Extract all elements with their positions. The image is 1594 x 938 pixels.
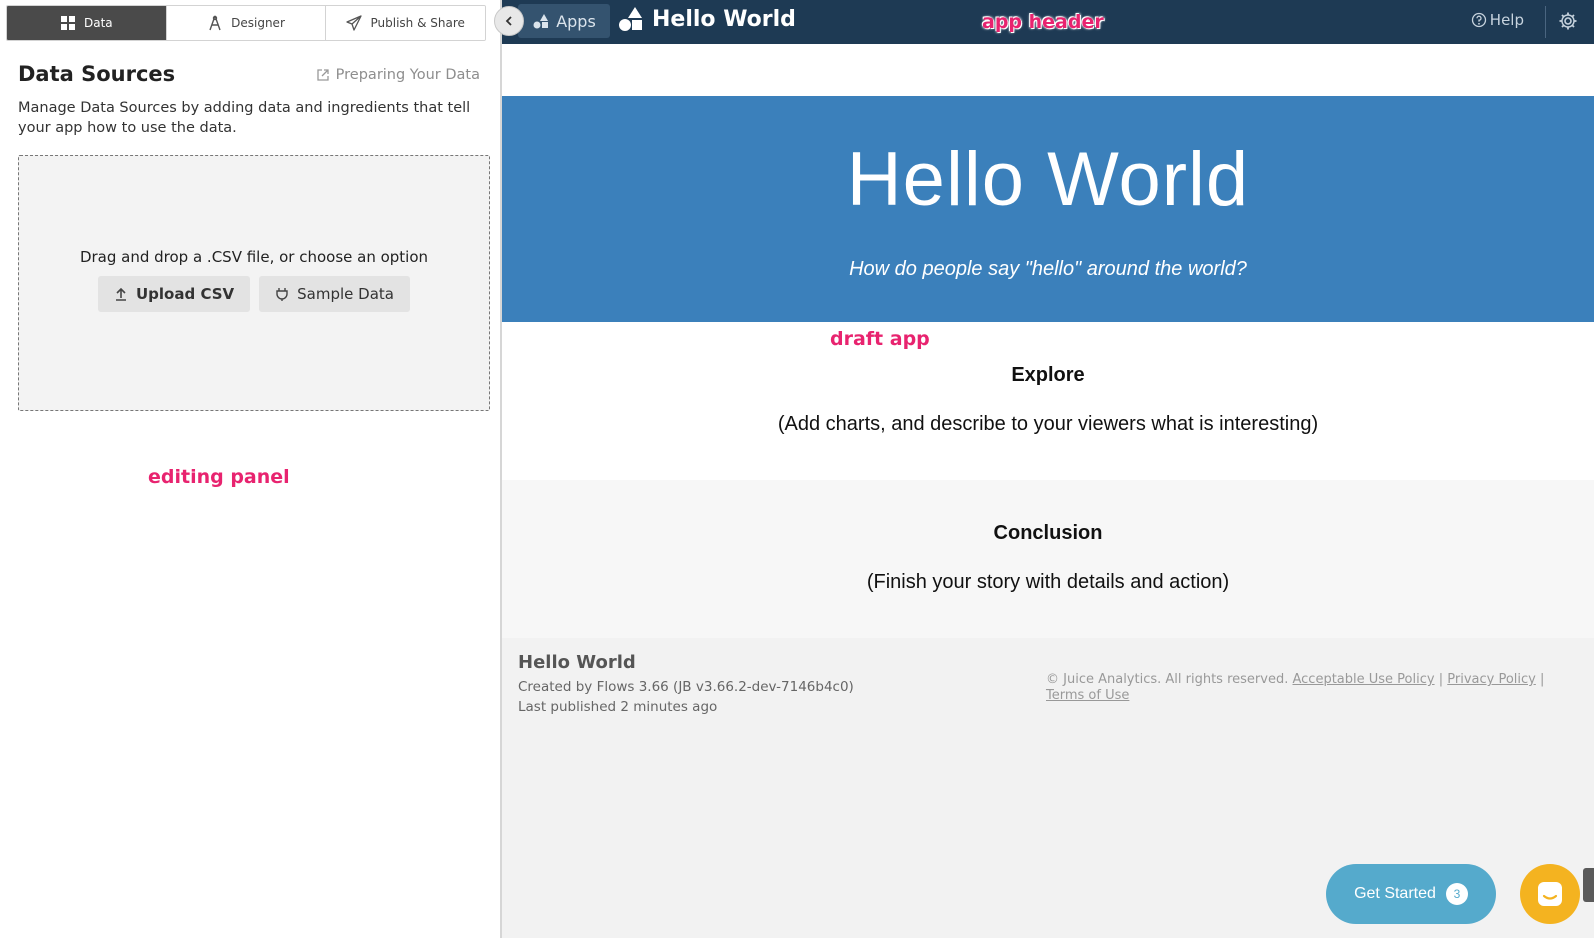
sample-data-label: Sample Data bbox=[297, 285, 394, 303]
conclusion-body: (Finish your story with details and acti… bbox=[866, 571, 1230, 593]
tab-data[interactable]: Data bbox=[7, 6, 167, 40]
tab-designer[interactable]: Designer bbox=[166, 6, 327, 40]
get-started-count-badge: 3 bbox=[1445, 883, 1468, 905]
apps-shapes-icon bbox=[533, 14, 549, 29]
apps-button-label: Apps bbox=[556, 11, 596, 31]
help-label: Help bbox=[1489, 11, 1524, 29]
gear-icon[interactable] bbox=[1558, 11, 1578, 31]
terms-of-use-link[interactable]: Terms of Use bbox=[1046, 688, 1129, 703]
legal-separator: | bbox=[1540, 672, 1545, 687]
privacy-policy-link[interactable]: Privacy Policy bbox=[1447, 672, 1536, 687]
editing-panel-annotation: editing panel bbox=[148, 466, 290, 488]
app-top-strip bbox=[502, 44, 1594, 96]
header-divider bbox=[1545, 6, 1546, 38]
upload-icon bbox=[116, 287, 126, 301]
sample-data-button[interactable]: Sample Data bbox=[259, 276, 410, 312]
upload-csv-label: Upload CSV bbox=[136, 285, 235, 303]
app-title-text: Hello World bbox=[652, 6, 796, 32]
get-started-button[interactable]: Get Started 3 bbox=[1326, 864, 1496, 924]
explore-section: draft app Explore (Add charts, and descr… bbox=[502, 322, 1594, 480]
app-logo-icon bbox=[619, 7, 642, 31]
app-title: Hello World bbox=[618, 6, 796, 32]
apps-button[interactable]: Apps bbox=[518, 4, 610, 38]
chevron-left-icon bbox=[505, 16, 512, 26]
chat-icon bbox=[1538, 882, 1562, 906]
tab-publish-share[interactable]: Publish & Share bbox=[326, 6, 485, 40]
conclusion-section: Conclusion (Finish your story with detai… bbox=[502, 480, 1594, 638]
compass-icon bbox=[209, 15, 221, 31]
explore-body: (Add charts, and describe to your viewer… bbox=[777, 413, 1319, 435]
panel-title: Data Sources bbox=[18, 62, 176, 86]
draft-app: Hello World How do people say "hello" ar… bbox=[502, 44, 1594, 938]
hero-banner: Hello World How do people say "hello" ar… bbox=[502, 96, 1594, 322]
grid-icon bbox=[61, 16, 75, 30]
upload-csv-button[interactable]: Upload CSV bbox=[98, 276, 251, 312]
dropzone-buttons: Upload CSV Sample Data bbox=[19, 276, 489, 312]
legal-separator: | bbox=[1438, 672, 1444, 687]
paper-plane-icon bbox=[346, 15, 363, 31]
footer-title: Hello World bbox=[518, 652, 636, 673]
csv-dropzone[interactable]: Drag and drop a .CSV file, or choose an … bbox=[18, 155, 490, 411]
collapse-panel-button[interactable] bbox=[494, 6, 524, 36]
hero-subtitle: How do people say "hello" around the wor… bbox=[849, 258, 1247, 280]
preparing-data-link[interactable]: Preparing Your Data bbox=[316, 67, 480, 83]
external-link-icon bbox=[317, 69, 329, 81]
panel-tabbar: Data Designer Publish & Share bbox=[6, 5, 486, 41]
help-icon bbox=[1471, 12, 1486, 28]
editing-panel: Data Designer Publish & Share Data Sourc… bbox=[0, 0, 502, 938]
panel-description: Manage Data Sources by adding data and i… bbox=[18, 100, 471, 136]
conclusion-title: Conclusion bbox=[993, 522, 1103, 544]
app-header-annotation: app header bbox=[982, 11, 1104, 33]
tab-designer-label: Designer bbox=[231, 16, 285, 30]
get-started-label: Get Started bbox=[1354, 885, 1436, 902]
hero-title: Hello World bbox=[846, 137, 1250, 222]
draft-app-annotation: draft app bbox=[830, 328, 930, 350]
edge-tab[interactable] bbox=[1583, 868, 1594, 902]
plug-icon bbox=[276, 288, 288, 301]
footer-created-by: Created by Flows 3.66 (JB v3.66.2-dev-71… bbox=[518, 679, 854, 695]
tab-data-label: Data bbox=[84, 16, 113, 30]
chat-launcher-button[interactable] bbox=[1520, 864, 1580, 924]
preparing-data-link-label: Preparing Your Data bbox=[335, 67, 480, 83]
footer-last-published: Last published 2 minutes ago bbox=[518, 699, 718, 715]
footer-legal: © Juice Analytics. All rights reserved. … bbox=[1046, 672, 1566, 704]
explore-title: Explore bbox=[1011, 364, 1085, 386]
dropzone-text: Drag and drop a .CSV file, or choose an … bbox=[79, 248, 429, 266]
app-header: Apps Hello World app header Help bbox=[502, 0, 1594, 44]
help-button[interactable]: Help bbox=[1471, 11, 1524, 29]
tab-publish-share-label: Publish & Share bbox=[370, 16, 465, 30]
acceptable-use-link[interactable]: Acceptable Use Policy bbox=[1292, 672, 1434, 687]
copyright-text: © Juice Analytics. All rights reserved. bbox=[1046, 672, 1289, 687]
